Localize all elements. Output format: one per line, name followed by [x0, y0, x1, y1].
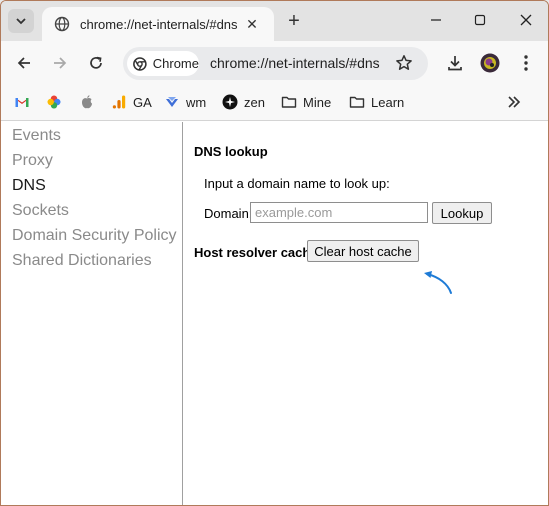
- domain-input[interactable]: [250, 202, 428, 223]
- bookmark-ga[interactable]: GA: [111, 93, 152, 111]
- lookup-button[interactable]: Lookup: [432, 202, 492, 224]
- dns-panel: DNS lookup Input a domain name to look u…: [184, 122, 548, 505]
- sidebar-item-sockets[interactable]: Sockets: [12, 202, 69, 220]
- domain-label: Domain:: [204, 206, 253, 221]
- bookmark-label: wm: [186, 94, 207, 110]
- reload-icon: [90, 56, 102, 69]
- zen-icon: [222, 94, 238, 110]
- sidebar-nav: Events Proxy DNS Sockets Domain Security…: [1, 122, 183, 505]
- photos-icon: [47, 95, 61, 109]
- folder-icon: [281, 96, 297, 108]
- browser-window: chrome://net-internals/#dns ✕ + Chrome c…: [0, 0, 549, 506]
- reload-button[interactable]: [86, 53, 106, 73]
- tab-title: chrome://net-internals/#dns: [80, 16, 238, 32]
- star-icon[interactable]: [395, 54, 413, 72]
- tab-strip: chrome://net-internals/#dns ✕ +: [1, 1, 548, 41]
- wm-icon: [166, 97, 178, 107]
- maximize-icon[interactable]: [471, 11, 489, 29]
- arrow-left-icon: [17, 57, 30, 69]
- chrome-logo-icon: [133, 56, 147, 71]
- analytics-icon: [112, 95, 126, 109]
- folder-icon: [349, 96, 365, 108]
- bookmark-label: Mine: [303, 94, 332, 110]
- annotation-arrow-icon: [424, 271, 452, 294]
- page-content: Events Proxy DNS Sockets Domain Security…: [1, 122, 548, 505]
- forward-button[interactable]: [50, 53, 70, 73]
- host-resolver-cache-heading: Host resolver cache: [194, 245, 318, 260]
- bookmarks-bar: GA wm zen Mine Learn: [1, 85, 548, 121]
- lookup-prompt: Input a domain name to look up:: [204, 176, 390, 191]
- back-button[interactable]: [14, 53, 34, 73]
- site-info-chip[interactable]: Chrome: [127, 51, 199, 76]
- sidebar-item-shared-dictionaries[interactable]: Shared Dictionaries: [12, 252, 152, 270]
- bookmark-photos[interactable]: [46, 93, 68, 111]
- bookmark-gmail[interactable]: [14, 93, 36, 111]
- bookmark-folder-mine[interactable]: Mine: [281, 93, 331, 111]
- gmail-icon: [15, 98, 29, 107]
- url-text[interactable]: chrome://net-internals/#dns: [210, 55, 380, 71]
- chevron-down-icon: [16, 18, 26, 25]
- chip-label: Chrome: [152, 56, 199, 71]
- sidebar-item-dns[interactable]: DNS: [12, 177, 46, 195]
- arrow-right-icon: [54, 57, 67, 69]
- tab-search-button[interactable]: [8, 9, 34, 33]
- clear-host-cache-button[interactable]: Clear host cache: [307, 240, 419, 262]
- apple-icon: [82, 95, 92, 109]
- sidebar-item-domain-security-policy[interactable]: Domain Security Policy: [12, 227, 177, 245]
- download-icon[interactable]: [445, 53, 465, 73]
- bookmark-label: Learn: [371, 94, 405, 110]
- close-window-icon[interactable]: [517, 11, 535, 29]
- double-chevron-right-icon: [508, 96, 521, 108]
- globe-icon: [54, 16, 70, 32]
- sidebar-item-events[interactable]: Events: [12, 127, 61, 145]
- bookmark-zen[interactable]: zen: [222, 93, 265, 111]
- address-bar[interactable]: Chrome chrome://net-internals/#dns: [123, 47, 428, 80]
- bookmarks-overflow-button[interactable]: [506, 93, 528, 111]
- sidebar-item-proxy[interactable]: Proxy: [12, 152, 53, 170]
- bookmark-label: GA: [133, 94, 152, 110]
- tab-close-icon[interactable]: ✕: [244, 16, 260, 32]
- bookmark-label: zen: [244, 94, 265, 110]
- dns-lookup-heading: DNS lookup: [194, 144, 268, 159]
- menu-kebab-icon[interactable]: [516, 53, 536, 73]
- profile-avatar[interactable]: [480, 53, 500, 73]
- bookmark-folder-learn[interactable]: Learn: [349, 93, 404, 111]
- toolbar: Chrome chrome://net-internals/#dns: [1, 41, 548, 85]
- minimize-icon[interactable]: [427, 11, 445, 29]
- bookmark-apple[interactable]: [79, 93, 101, 111]
- bookmark-wm[interactable]: wm: [164, 93, 206, 111]
- tab-active[interactable]: chrome://net-internals/#dns ✕: [42, 7, 274, 41]
- new-tab-button[interactable]: +: [282, 10, 306, 32]
